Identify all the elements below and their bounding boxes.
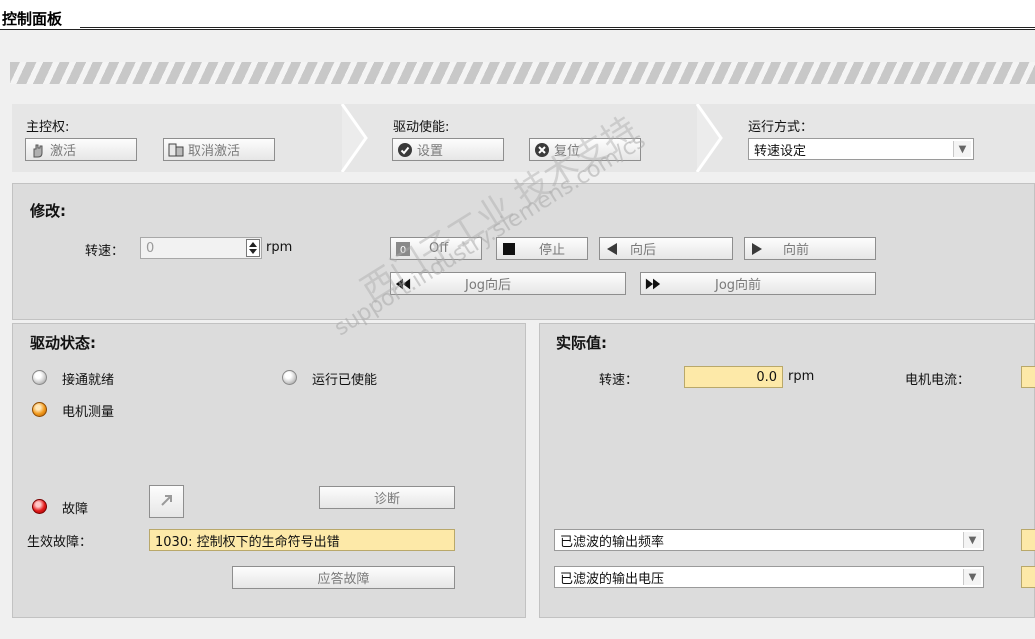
backward-button[interactable]: 向后 <box>599 237 733 260</box>
stop-button[interactable]: 停止 <box>496 237 588 260</box>
drive-status-title: 驱动状态: <box>30 334 96 352</box>
motor-current-value <box>1021 366 1035 388</box>
off-button[interactable]: 0 Off <box>390 237 482 260</box>
motor-measure-label: 电机测量 <box>62 405 115 420</box>
ready-label: 接通就绪 <box>62 373 115 388</box>
fault-label: 故障 <box>62 502 89 517</box>
x-circle-icon <box>534 142 550 158</box>
double-arrow-right-icon <box>645 276 661 292</box>
arrow-right-icon <box>749 241 765 257</box>
page-title: 控制面板 <box>2 10 63 28</box>
arrow-left-icon <box>604 241 620 257</box>
check-circle-icon <box>397 142 413 158</box>
run-mode-select[interactable]: 转速设定 ▼ <box>748 138 974 160</box>
stop-square-icon <box>501 241 517 257</box>
modify-title: 修改: <box>30 202 66 220</box>
actual-values-title: 实际值: <box>556 334 607 352</box>
forward-button[interactable]: 向前 <box>744 237 876 260</box>
double-arrow-left-icon <box>395 276 411 292</box>
actual-speed-value: 0.0 <box>684 366 783 388</box>
chevron-divider <box>340 104 368 172</box>
drive-enable-label: 驱动使能: <box>393 120 450 135</box>
jog-backward-button[interactable]: Jog向后 <box>390 272 626 295</box>
ready-indicator-icon <box>32 370 47 385</box>
run-mode-label: 运行方式： <box>748 120 814 135</box>
zero-icon: 0 <box>395 241 411 257</box>
speed-setpoint-input[interactable]: 0 <box>140 237 262 259</box>
signal-value-2 <box>1021 566 1035 588</box>
motor-current-label: 电机电流： <box>905 373 971 388</box>
actual-speed-unit: rpm <box>788 369 815 384</box>
fault-indicator-icon <box>32 499 47 514</box>
deactivate-button[interactable]: 取消激活 <box>163 138 275 161</box>
diagnose-button[interactable]: 诊断 <box>319 486 455 509</box>
jog-forward-button[interactable]: Jog向前 <box>640 272 876 295</box>
running-enabled-label: 运行已使能 <box>312 373 378 388</box>
panel-header <box>0 0 1035 30</box>
striped-banner <box>10 62 1035 84</box>
motor-measure-indicator-icon <box>32 402 47 417</box>
release-control-icon <box>168 142 184 158</box>
activate-button[interactable]: 激活 <box>25 138 137 161</box>
acknowledge-fault-button[interactable]: 应答故障 <box>232 566 455 589</box>
spin-stepper-icon[interactable] <box>246 239 260 257</box>
dropdown-arrow-icon[interactable]: ▼ <box>963 569 981 585</box>
running-enabled-indicator-icon <box>282 370 297 385</box>
fault-jump-button[interactable] <box>149 485 184 518</box>
speed-setpoint-label: 转速： <box>85 244 125 259</box>
hand-icon <box>30 142 46 158</box>
signal-select-1[interactable]: 已滤波的输出频率 ▼ <box>554 529 984 551</box>
title-underline <box>80 27 1035 28</box>
actual-speed-label: 转速： <box>599 373 639 388</box>
set-enable-button[interactable]: 设置 <box>392 138 504 161</box>
signal-value-1 <box>1021 529 1035 551</box>
active-fault-label: 生效故障： <box>27 535 93 550</box>
master-control-label: 主控权: <box>26 120 70 135</box>
svg-text:0: 0 <box>400 245 406 256</box>
dropdown-arrow-icon[interactable]: ▼ <box>963 532 981 548</box>
speed-setpoint-unit: rpm <box>266 240 293 255</box>
signal-select-2[interactable]: 已滤波的输出电压 ▼ <box>554 566 984 588</box>
chevron-divider <box>695 104 723 172</box>
diagonal-arrow-icon <box>158 491 176 513</box>
dropdown-arrow-icon[interactable]: ▼ <box>953 141 971 157</box>
reset-enable-button[interactable]: 复位 <box>529 138 641 161</box>
active-fault-field: 1030: 控制权下的生命符号出错 <box>149 529 455 551</box>
